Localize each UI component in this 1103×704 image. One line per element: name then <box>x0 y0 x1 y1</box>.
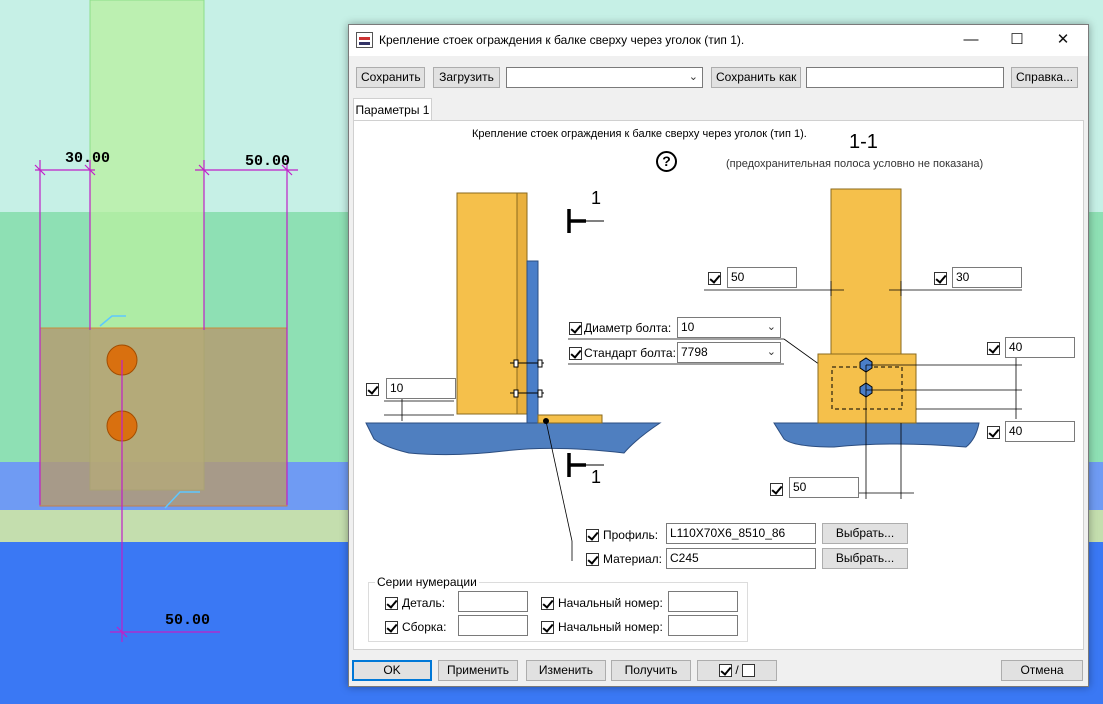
connection-diagram <box>365 188 1022 561</box>
material-select-button[interactable]: Выбрать... <box>822 548 908 569</box>
unchecked-checkbox-icon <box>742 664 756 678</box>
material-input[interactable]: C245 <box>666 548 816 569</box>
save-as-button[interactable]: Сохранить как <box>711 67 801 88</box>
get-button[interactable]: Получить <box>611 660 691 681</box>
bolt-spacing-input[interactable]: 40 <box>1005 421 1075 442</box>
assembly-prefix-input[interactable] <box>458 615 528 636</box>
right-offset-input[interactable]: 30 <box>952 267 1022 288</box>
part-start-checkbox[interactable] <box>541 597 554 610</box>
bolt-diameter-value: 10 <box>681 320 695 334</box>
preset-select[interactable]: ⌄ <box>506 67 703 88</box>
bolt-standard-checkbox[interactable] <box>569 347 582 360</box>
chevron-down-icon: ⌄ <box>766 321 776 333</box>
assembly-start-checkbox[interactable] <box>541 621 554 634</box>
toggle-all-checkboxes-button[interactable]: / <box>697 660 777 681</box>
bolt-diameter-select[interactable]: 10 ⌄ <box>677 317 781 338</box>
window-title: Крепление стоек ограждения к балке сверх… <box>379 33 745 47</box>
right-offset-checkbox[interactable] <box>934 272 947 285</box>
checked-checkbox-icon <box>718 664 732 678</box>
top-edge-input[interactable]: 40 <box>1005 337 1075 358</box>
bottom-offset-checkbox[interactable] <box>770 483 783 496</box>
cancel-button[interactable]: Отмена <box>1001 660 1083 681</box>
title-bar[interactable]: Крепление стоек ограждения к балке сверх… <box>349 25 1088 56</box>
part-label: Деталь: <box>402 596 446 610</box>
dimension-label: 30.00 <box>65 150 111 167</box>
bolt-spacing-checkbox[interactable] <box>987 426 1000 439</box>
part-prefix-input[interactable] <box>458 591 528 612</box>
tab-parameters-1[interactable]: Параметры 1 <box>353 98 432 121</box>
material-label: Материал: <box>603 552 662 566</box>
assembly-start-label: Начальный номер: <box>558 620 663 634</box>
part-checkbox[interactable] <box>385 597 398 610</box>
parameters-panel: Крепление стоек ограждения к балке сверх… <box>353 120 1084 650</box>
assembly-checkbox[interactable] <box>385 621 398 634</box>
bolt-standard-label: Стандарт болта: <box>584 346 676 360</box>
ok-button[interactable]: OK <box>352 660 432 681</box>
numbering-title: Серии нумерации <box>375 575 479 589</box>
apply-button[interactable]: Применить <box>438 660 518 681</box>
maximize-icon[interactable]: ☐ <box>994 25 1040 56</box>
dimension-label: 50.00 <box>245 153 291 170</box>
bolt-standard-select[interactable]: 7798 ⌄ <box>677 342 781 363</box>
dimension-label: 50.00 <box>165 612 211 629</box>
bottom-offset-input[interactable]: 50 <box>789 477 859 498</box>
modify-button[interactable]: Изменить <box>526 660 606 681</box>
app-icon <box>356 32 373 48</box>
connection-dialog: Крепление стоек ограждения к балке сверх… <box>348 24 1089 687</box>
bolt-diameter-checkbox[interactable] <box>569 322 582 335</box>
left-offset-checkbox[interactable] <box>708 272 721 285</box>
save-button[interactable]: Сохранить <box>356 67 425 88</box>
cut-mark-top-label: 1 <box>591 188 602 208</box>
top-edge-checkbox[interactable] <box>987 342 1000 355</box>
assembly-label: Сборка: <box>402 620 447 634</box>
material-checkbox[interactable] <box>586 553 599 566</box>
chevron-down-icon: ⌄ <box>688 71 698 83</box>
gap-input[interactable]: 10 <box>386 378 456 399</box>
close-icon[interactable]: ✕ <box>1040 25 1086 56</box>
bolt-diameter-label: Диаметр болта: <box>584 321 672 335</box>
bolt-standard-value: 7798 <box>681 345 708 359</box>
part-start-input[interactable] <box>668 591 738 612</box>
profile-checkbox[interactable] <box>586 529 599 542</box>
profile-input[interactable]: L110X70X6_8510_86 <box>666 523 816 544</box>
part-start-label: Начальный номер: <box>558 596 663 610</box>
load-button[interactable]: Загрузить <box>433 67 500 88</box>
minimize-icon[interactable]: — <box>948 25 994 56</box>
save-as-name-input[interactable] <box>806 67 1004 88</box>
left-offset-input[interactable]: 50 <box>727 267 797 288</box>
gap-checkbox[interactable] <box>366 383 379 396</box>
profile-label: Профиль: <box>603 528 659 542</box>
help-button[interactable]: Справка... <box>1011 67 1078 88</box>
cut-mark-bottom-label: 1 <box>591 467 602 487</box>
assembly-start-input[interactable] <box>668 615 738 636</box>
chevron-down-icon: ⌄ <box>766 346 776 358</box>
toggle-separator: / <box>735 663 739 677</box>
profile-select-button[interactable]: Выбрать... <box>822 523 908 544</box>
numbering-groupbox: Серии нумерации Деталь: Начальный номер:… <box>368 575 748 642</box>
